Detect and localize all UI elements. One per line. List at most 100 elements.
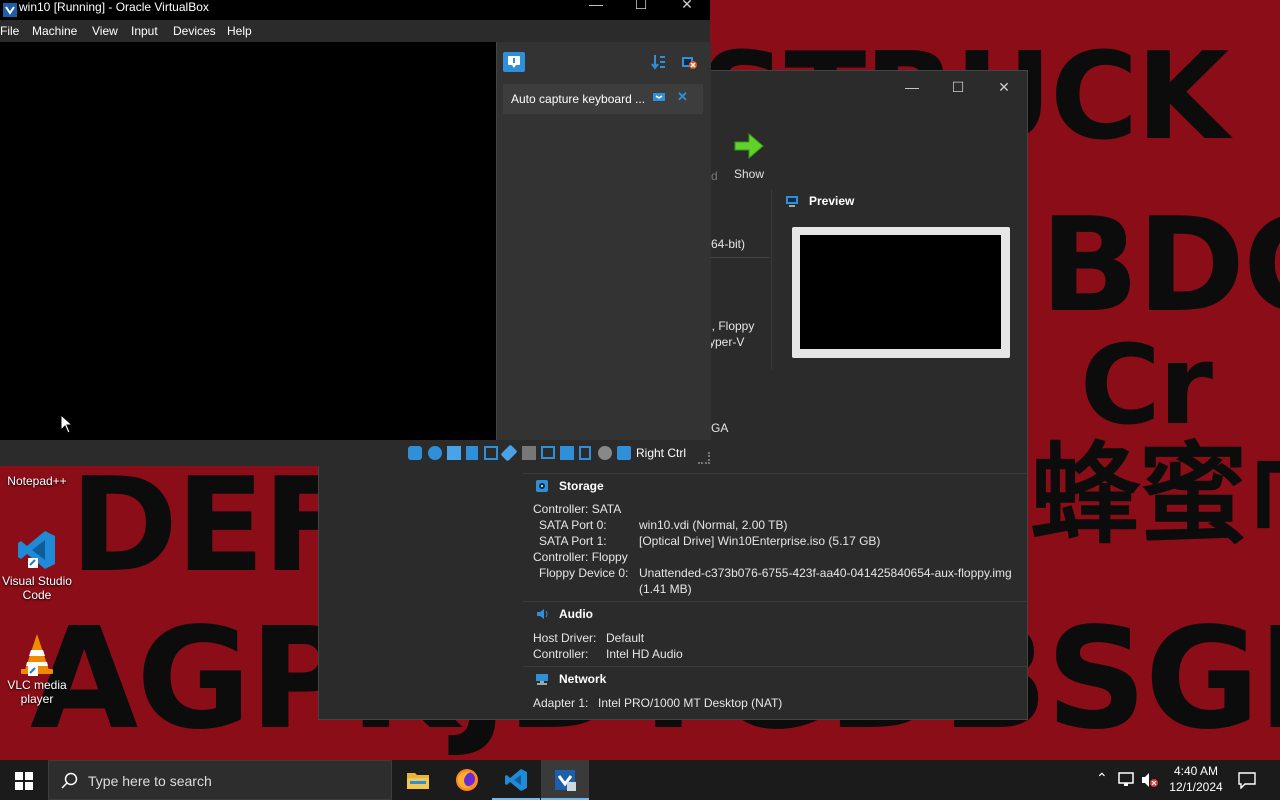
system-accel-partial: yper-V <box>709 335 745 349</box>
vm-window-title: win10 [Running] - Oracle VirtualBox <box>19 0 209 14</box>
action-center-icon[interactable] <box>1238 771 1256 789</box>
vscode-icon <box>505 769 527 791</box>
minimize-button[interactable]: — <box>889 71 935 103</box>
menu-help[interactable]: Help <box>227 24 252 38</box>
taskbar-firefox[interactable] <box>443 760 491 800</box>
vm-title-bar: win10 [Running] - Oracle VirtualBox — ☐ … <box>0 0 710 20</box>
recording-icon[interactable] <box>560 446 574 460</box>
network-header: Network <box>523 667 1027 691</box>
network-adapter-label: Adapter 1: <box>533 696 589 710</box>
divider <box>771 189 772 369</box>
network-adapter-value: Intel PRO/1000 MT Desktop (NAT) <box>598 696 783 710</box>
virtualization-icon[interactable] <box>579 446 591 460</box>
search-box[interactable]: Type here to search <box>48 760 392 800</box>
mouse-integration-icon[interactable] <box>598 446 612 460</box>
taskbar-file-explorer[interactable] <box>394 760 442 800</box>
sort-icon[interactable] <box>651 54 667 70</box>
desktop-icon-label: Visual Studio Code <box>2 574 72 602</box>
folder-icon <box>407 773 429 789</box>
virtualbox-icon <box>3 3 17 17</box>
windows-logo-icon <box>15 772 33 790</box>
notification-help-icon[interactable] <box>653 92 665 104</box>
toolbar-show-label: Show <box>733 167 765 181</box>
taskbar-vscode[interactable] <box>492 760 540 800</box>
vm-menu-bar: File Machine View Input Devices Help <box>0 20 710 42</box>
audio-ctrl-label: Controller: <box>533 647 589 661</box>
display-status-icon[interactable] <box>541 446 555 459</box>
network-section: Network <box>523 666 1027 719</box>
menu-devices[interactable]: Devices <box>173 24 216 38</box>
audio-title: Audio <box>559 607 593 621</box>
audio-header: Audio <box>523 602 1027 626</box>
storage-port1-label: SATA Port 1: <box>539 534 607 548</box>
firefox-icon <box>456 769 478 791</box>
speaker-icon <box>537 609 548 619</box>
volume-muted-icon[interactable] <box>1141 772 1159 788</box>
toolbar-show-button[interactable]: Show <box>727 131 771 181</box>
arrow-right-icon <box>734 132 764 160</box>
notification-center-icon[interactable] <box>503 52 525 72</box>
network-tray-icon[interactable] <box>1118 772 1136 788</box>
menu-input[interactable]: Input <box>131 24 158 38</box>
mouse-cursor-icon <box>60 414 74 434</box>
audio-host-label: Host Driver: <box>533 631 597 645</box>
wallpaper-text-2: BDG <box>1040 189 1280 341</box>
storage-icon <box>536 480 548 492</box>
menu-machine[interactable]: Machine <box>32 24 77 38</box>
hard-disk-icon[interactable] <box>408 446 422 460</box>
vscode-icon <box>17 528 57 572</box>
start-button[interactable] <box>0 760 48 800</box>
notification-text: Auto capture keyboard ... <box>511 92 646 106</box>
storage-header: Storage <box>523 474 1027 498</box>
audio-section: Audio <box>523 601 1027 664</box>
display-controller-partial: GA <box>711 421 729 435</box>
clock[interactable]: 4:40 AM 12/1/2024 <box>1163 763 1229 795</box>
maximize-button[interactable]: ☐ <box>935 71 981 103</box>
shared-folders-icon[interactable] <box>522 446 536 460</box>
keyboard-capture-icon[interactable] <box>617 446 631 460</box>
notification-close-icon[interactable]: ✕ <box>677 89 688 105</box>
desktop-icon-label: VLC media player <box>7 678 67 706</box>
menu-view[interactable]: View <box>92 24 118 38</box>
resize-grip-icon[interactable] <box>698 452 710 464</box>
storage-port1-value: [Optical Drive] Win10Enterprise.iso (5.1… <box>639 534 881 548</box>
network-status-icon[interactable] <box>484 446 498 460</box>
desktop-icon-vscode[interactable]: Visual Studio Code <box>0 528 74 602</box>
vlc-cone-icon <box>17 632 57 676</box>
audio-status-icon[interactable] <box>466 446 478 460</box>
audio-ctrl-value: Intel HD Audio <box>606 647 683 661</box>
notification-center: Auto capture keyboard ... ✕ <box>496 42 711 440</box>
taskbar: Type here to search ⌃ 4:40 AM 12/1/2024 <box>0 760 1280 800</box>
clear-notifications-icon[interactable] <box>681 54 697 70</box>
show-hidden-icons-chevron-icon[interactable]: ⌃ <box>1096 770 1108 787</box>
floppy-icon[interactable] <box>447 446 461 460</box>
storage-title: Storage <box>559 479 604 493</box>
vm-screen[interactable] <box>0 42 496 440</box>
vm-maximize-button[interactable]: ☐ <box>618 0 664 16</box>
general-os-partial: 64-bit) <box>711 237 746 251</box>
search-placeholder: Type here to search <box>88 773 212 789</box>
taskbar-virtualbox[interactable] <box>541 760 589 800</box>
preview-title: Preview <box>809 194 855 208</box>
desktop-icon-vlc[interactable]: VLC media player <box>0 632 74 706</box>
storage-floppy-size: (1.41 MB) <box>639 582 692 596</box>
toolbar-prev-label: d <box>711 169 718 183</box>
preview-header: Preview <box>771 189 1027 213</box>
search-icon <box>61 772 78 789</box>
wallpaper-text-3: Cr <box>1080 321 1213 449</box>
close-button[interactable]: ✕ <box>981 71 1027 103</box>
vm-minimize-button[interactable]: — <box>573 0 619 16</box>
storage-floppy-value: Unattended-c373b076-6755-423f-aa40-04142… <box>639 566 1012 580</box>
virtualbox-icon <box>555 770 576 791</box>
storage-port0-value: win10.vdi (Normal, 2.00 TB) <box>639 518 788 532</box>
storage-port0-label: SATA Port 0: <box>539 518 607 532</box>
optical-drive-icon[interactable] <box>428 446 442 460</box>
notification-item[interactable]: Auto capture keyboard ... ✕ <box>503 84 703 114</box>
vm-status-bar: Right Ctrl <box>0 440 710 466</box>
network-title: Network <box>559 672 607 686</box>
vm-close-button[interactable]: ✕ <box>664 0 710 16</box>
storage-controller-floppy: Controller: Floppy <box>533 550 628 564</box>
usb-icon[interactable] <box>500 444 518 462</box>
clock-time: 4:40 AM <box>1173 764 1219 778</box>
menu-file[interactable]: File <box>0 24 19 38</box>
